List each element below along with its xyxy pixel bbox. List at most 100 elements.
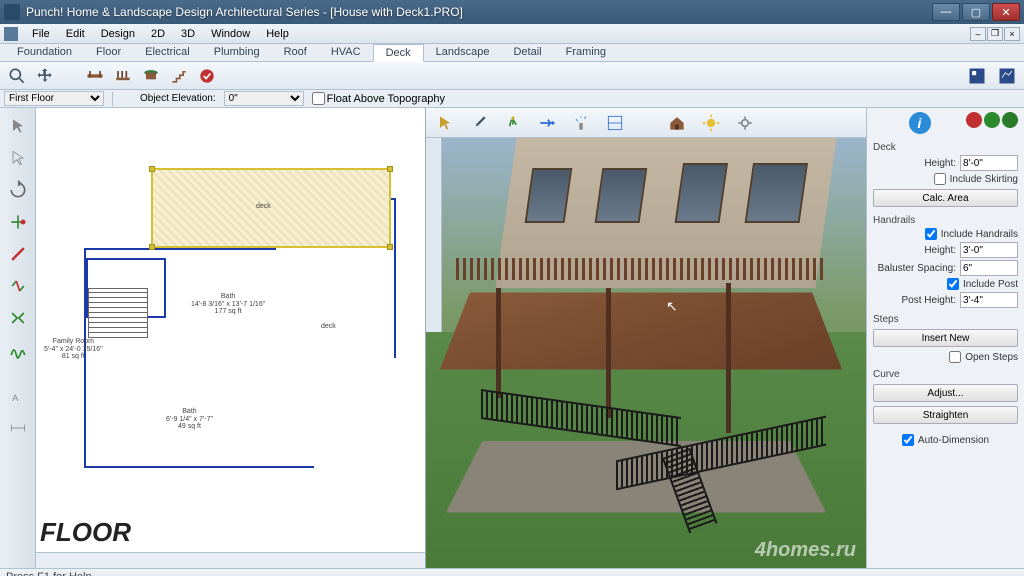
handrail-height-label: Height: <box>924 245 956 256</box>
view-3d-icon[interactable] <box>994 64 1020 88</box>
deck-tool-icon[interactable] <box>82 64 108 88</box>
deck-selection[interactable] <box>151 168 391 248</box>
planter-tool-icon[interactable] <box>138 64 164 88</box>
toolbar-3d <box>426 108 866 138</box>
pane-2d: deck deck Bath 14'-8 3/16" x 13'-7 1/16"… <box>36 108 426 568</box>
tab-roof[interactable]: Roof <box>272 44 319 61</box>
tab-floor[interactable]: Floor <box>84 44 133 61</box>
float-checkbox-label[interactable]: Float Above Topography <box>312 92 445 105</box>
include-post-checkbox[interactable] <box>947 278 959 290</box>
floor-selector[interactable]: First Floor <box>4 91 104 106</box>
straighten-button[interactable]: Straighten <box>873 406 1018 424</box>
minimize-button[interactable]: — <box>932 3 960 21</box>
deck-height-label: Height: <box>924 158 956 169</box>
open-steps-checkbox[interactable] <box>949 351 961 363</box>
handrail-height-input[interactable] <box>960 242 1018 258</box>
tree-icon[interactable] <box>1002 112 1018 128</box>
dimension-icon[interactable] <box>4 414 32 442</box>
maximize-button[interactable]: ▢ <box>962 3 990 21</box>
view-3d[interactable]: ↖ 4homes.ru <box>426 138 866 568</box>
deck2-label: deck <box>321 323 336 331</box>
walk-icon[interactable] <box>500 111 526 135</box>
decorator-icons[interactable] <box>966 112 1018 134</box>
mirror-icon[interactable] <box>4 304 32 332</box>
menu-3d[interactable]: 3D <box>173 26 203 42</box>
hedge-icon[interactable] <box>4 336 32 364</box>
include-handrails-checkbox[interactable] <box>925 228 937 240</box>
select-icon[interactable] <box>4 144 32 172</box>
menu-edit[interactable]: Edit <box>58 26 93 42</box>
tab-plumbing[interactable]: Plumbing <box>202 44 272 61</box>
float-checkbox[interactable] <box>312 92 325 105</box>
menu-file[interactable]: File <box>24 26 58 42</box>
tab-electrical[interactable]: Electrical <box>133 44 202 61</box>
auto-dimension-label: Auto-Dimension <box>918 435 989 446</box>
break-icon[interactable] <box>4 272 32 300</box>
view-2d[interactable]: deck deck Bath 14'-8 3/16" x 13'-7 1/16"… <box>36 108 425 552</box>
app-menu-icon[interactable] <box>4 27 18 41</box>
tab-detail[interactable]: Detail <box>501 44 553 61</box>
adjust-button[interactable]: Adjust... <box>873 384 1018 402</box>
menu-window[interactable]: Window <box>203 26 258 42</box>
cursor-3d-icon: ↖ <box>666 298 678 315</box>
mdi-close-button[interactable]: × <box>1004 27 1020 41</box>
insert-step-button[interactable]: Insert New <box>873 329 1018 347</box>
eyedropper-icon[interactable] <box>466 111 492 135</box>
red-chair-icon[interactable] <box>966 112 982 128</box>
stairs-tool-icon[interactable] <box>166 64 192 88</box>
gear-icon[interactable] <box>732 111 758 135</box>
green-chair-icon[interactable] <box>984 112 1000 128</box>
fly-icon[interactable] <box>534 111 560 135</box>
floorplan-3d-icon[interactable] <box>602 111 628 135</box>
trim-tool-icon[interactable] <box>194 64 220 88</box>
sprinkler-icon[interactable] <box>568 111 594 135</box>
skirting-checkbox[interactable] <box>934 173 946 185</box>
app-icon <box>4 4 20 20</box>
railing-tool-icon[interactable] <box>110 64 136 88</box>
baluster-spacing-label: Baluster Spacing: <box>878 263 956 274</box>
svg-text:A: A <box>12 393 19 403</box>
mdi-restore-button[interactable]: ❐ <box>987 27 1003 41</box>
view-2d-icon[interactable] <box>964 64 990 88</box>
tab-foundation[interactable]: Foundation <box>5 44 84 61</box>
line-icon[interactable] <box>4 240 32 268</box>
close-button[interactable]: ✕ <box>992 3 1020 21</box>
tab-framing[interactable]: Framing <box>554 44 618 61</box>
auto-dimension-checkbox[interactable] <box>902 434 914 446</box>
zoom-icon[interactable] <box>4 64 30 88</box>
section-handrails: Handrails <box>873 215 1018 226</box>
menu-2d[interactable]: 2D <box>143 26 173 42</box>
post-height-input[interactable] <box>960 292 1018 308</box>
main-toolbar <box>0 62 1024 90</box>
tabbar: Foundation Floor Electrical Plumbing Roo… <box>0 44 1024 62</box>
menu-design[interactable]: Design <box>93 26 143 42</box>
sun-icon[interactable] <box>698 111 724 135</box>
deck-label: deck <box>256 203 271 211</box>
pan-icon[interactable] <box>32 64 58 88</box>
pointer-3d-icon[interactable] <box>432 111 458 135</box>
text-icon[interactable]: A <box>4 382 32 410</box>
section-curve: Curve <box>873 369 1018 380</box>
rotate-icon[interactable] <box>4 176 32 204</box>
room-bath-label: Bath 14'-8 3/16" x 13'-7 1/16" 177 sq ft <box>191 293 265 316</box>
mdi-minimize-button[interactable]: – <box>970 27 986 41</box>
pane-3d: ↖ 4homes.ru <box>426 108 866 568</box>
deck-height-input[interactable] <box>960 155 1018 171</box>
tab-deck[interactable]: Deck <box>373 44 424 62</box>
calc-area-button[interactable]: Calc. Area <box>873 189 1018 207</box>
tab-hvac[interactable]: HVAC <box>319 44 373 61</box>
tab-landscape[interactable]: Landscape <box>424 44 502 61</box>
house-3d-icon[interactable] <box>664 111 690 135</box>
scrollbar-2d-h[interactable] <box>36 552 425 568</box>
elevation-input[interactable]: 0" <box>224 91 304 106</box>
properties-panel: i Deck Height: Include Skirting Calc. Ar… <box>866 108 1024 568</box>
baluster-spacing-input[interactable] <box>960 260 1018 276</box>
open-steps-label: Open Steps <box>965 352 1018 363</box>
pointer-icon[interactable] <box>4 112 32 140</box>
menu-help[interactable]: Help <box>258 26 297 42</box>
options-bar: First Floor Object Elevation: 0" Float A… <box>0 90 1024 108</box>
info-icon[interactable]: i <box>909 112 931 134</box>
section-steps: Steps <box>873 314 1018 325</box>
elevation-label: Object Elevation: <box>140 93 216 104</box>
move-icon[interactable] <box>4 208 32 236</box>
